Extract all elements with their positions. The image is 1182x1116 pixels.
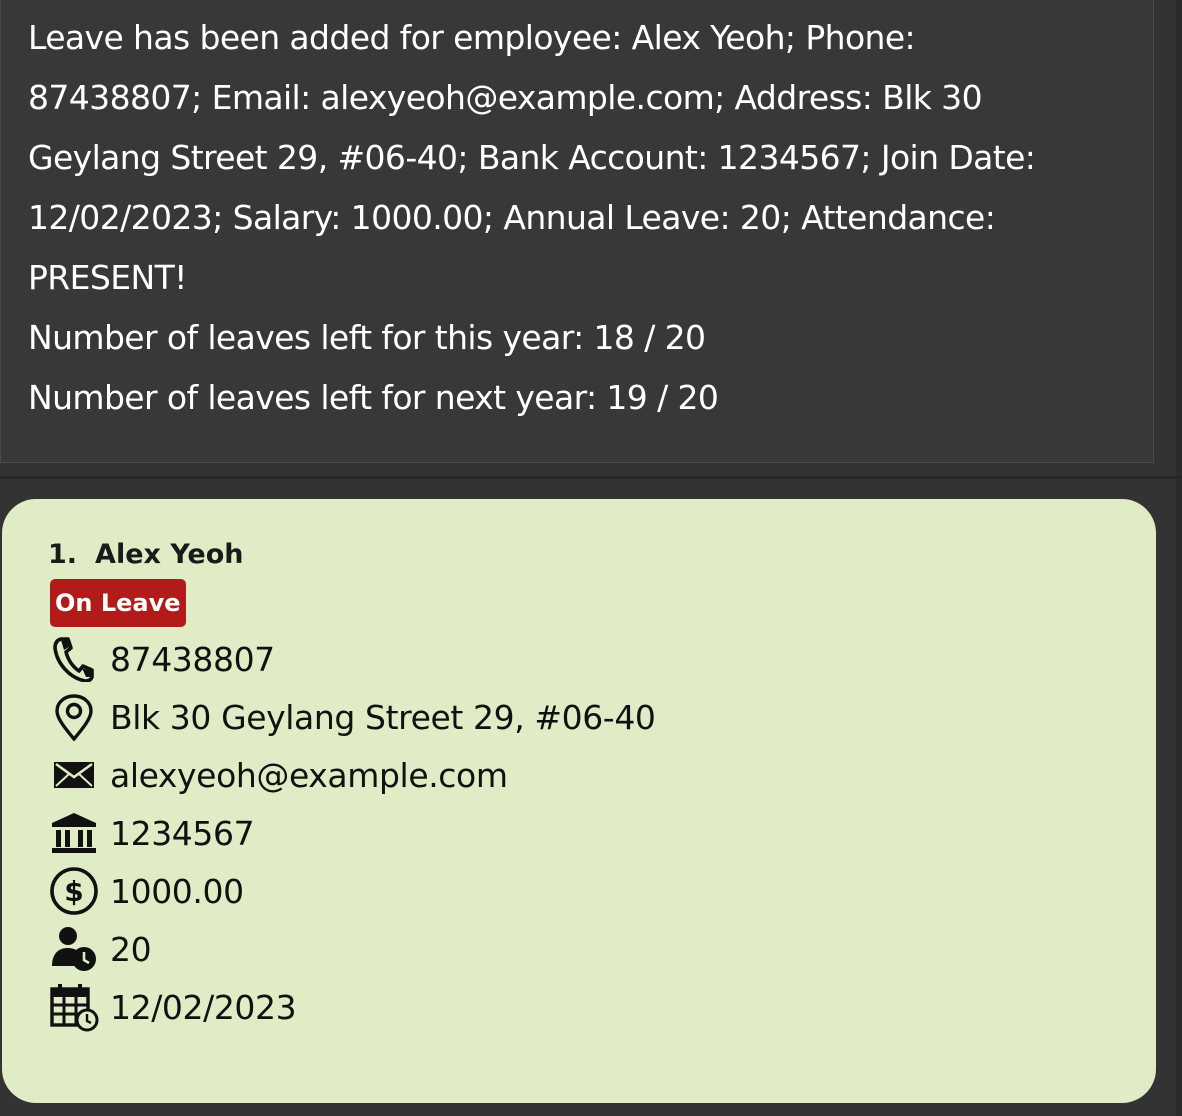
address-row: Blk 30 Geylang Street 29, #06-40 [48, 691, 656, 743]
annual-leave-row: 20 [48, 923, 152, 975]
result-display: Leave has been added for employee: Alex … [0, 0, 1154, 463]
envelope-icon [48, 749, 100, 801]
salary-value: 1000.00 [110, 871, 244, 911]
bank-account-value: 1234567 [110, 813, 255, 853]
bank-account-row: 1234567 [48, 807, 255, 859]
result-line: 87438807; Email: alexyeoh@example.com; A… [28, 78, 983, 117]
calendar-clock-icon [48, 981, 100, 1033]
address-value: Blk 30 Geylang Street 29, #06-40 [110, 697, 656, 737]
result-line: Geylang Street 29, #06-40; Bank Account:… [28, 138, 1036, 177]
status-badge: On Leave [50, 579, 186, 627]
right-edge-strip [1176, 0, 1182, 1116]
bank-icon [48, 807, 100, 859]
phone-row: 87438807 [48, 633, 275, 685]
result-line: Leave has been added for employee: Alex … [28, 18, 916, 57]
dollar-circle-icon: $ [48, 865, 100, 917]
employee-name-heading: 1. Alex Yeoh [48, 532, 243, 576]
result-line: PRESENT! [28, 258, 187, 297]
person-clock-icon [48, 923, 100, 975]
panel-divider[interactable] [0, 476, 1182, 479]
annual-leave-value: 20 [110, 929, 152, 969]
join-date-value: 12/02/2023 [110, 987, 297, 1027]
result-line: Number of leaves left for next year: 19 … [28, 378, 719, 417]
phone-icon [48, 633, 100, 685]
join-date-row: 12/02/2023 [48, 981, 297, 1033]
result-line: 12/02/2023; Salary: 1000.00; Annual Leav… [28, 198, 996, 237]
email-value: alexyeoh@example.com [110, 755, 508, 795]
employee-name: Alex Yeoh [95, 538, 244, 570]
result-line: Number of leaves left for this year: 18 … [28, 318, 706, 357]
result-message: Leave has been added for employee: Alex … [28, 8, 1138, 428]
location-pin-icon [48, 691, 100, 743]
phone-value: 87438807 [110, 639, 275, 679]
email-row: alexyeoh@example.com [48, 749, 508, 801]
employee-index: 1. [48, 538, 78, 570]
salary-row: $ 1000.00 [48, 865, 244, 917]
svg-text:$: $ [64, 875, 83, 908]
